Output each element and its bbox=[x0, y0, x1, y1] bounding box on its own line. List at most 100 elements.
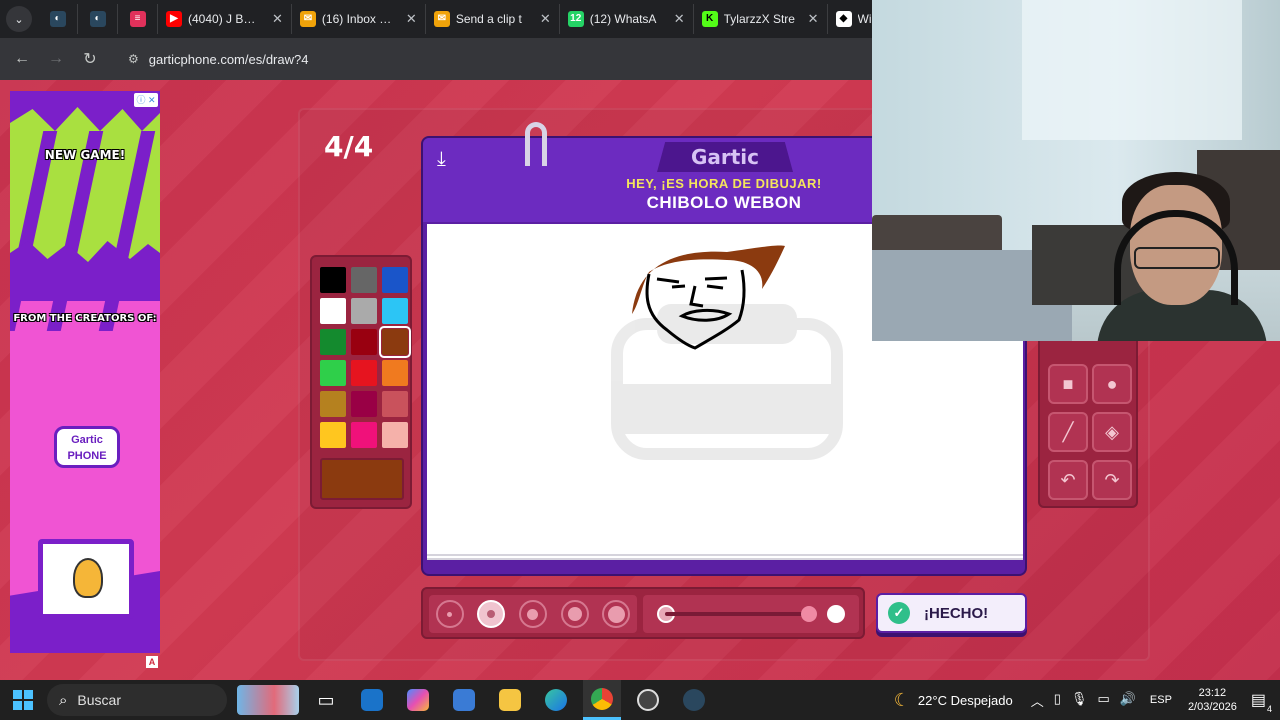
taskbar-search[interactable]: ⌕ Buscar bbox=[47, 684, 227, 716]
tab-kick[interactable]: K TylarzzX Stre ✕ bbox=[694, 4, 828, 34]
tab-inbox[interactable]: ✉ (16) Inbox | D ✕ bbox=[292, 4, 426, 34]
close-icon[interactable]: ✕ bbox=[808, 11, 819, 27]
round-counter: 4/4 bbox=[324, 130, 374, 163]
rect-tool-icon[interactable]: ■ bbox=[1048, 364, 1088, 404]
color-swatch[interactable] bbox=[351, 360, 377, 386]
slider-track[interactable] bbox=[665, 612, 813, 616]
clock[interactable]: 23:12 2/03/2026 bbox=[1188, 686, 1237, 714]
reload-button[interactable]: ↻ bbox=[78, 47, 102, 71]
tab-title: (4040) J BALV bbox=[188, 12, 260, 26]
ad-banner[interactable]: NEW GAME! FROM THE CREATORS OF: Gartic P… bbox=[10, 91, 160, 653]
done-button[interactable]: ✓ ¡HECHO! bbox=[876, 593, 1027, 633]
copilot-icon[interactable] bbox=[399, 680, 437, 720]
network-icon[interactable]: ▭ bbox=[1097, 691, 1109, 710]
recorder-icon[interactable] bbox=[629, 680, 667, 720]
tab-pinned-1[interactable]: ◐ bbox=[38, 4, 78, 34]
tab-pinned-3[interactable]: ≡ bbox=[118, 4, 158, 34]
search-icon: ⌕ bbox=[59, 691, 68, 709]
ad-from-creators-text: FROM THE CREATORS OF: bbox=[13, 313, 157, 324]
redo-icon[interactable]: ↷ bbox=[1092, 460, 1132, 500]
task-view-icon[interactable]: ▭ bbox=[307, 680, 345, 720]
url-text: garticphone.com/es/draw?4 bbox=[148, 51, 309, 67]
color-swatch[interactable] bbox=[351, 422, 377, 448]
edge-icon[interactable] bbox=[537, 680, 575, 720]
tab-search-button[interactable]: ⌄ bbox=[6, 6, 32, 32]
color-swatch[interactable] bbox=[379, 326, 411, 358]
brush-size-button[interactable] bbox=[435, 600, 464, 628]
tools-panel: ■ ● ╱ ◈ ↶ ↷ bbox=[1038, 320, 1138, 508]
ellipse-tool-icon[interactable]: ● bbox=[1092, 364, 1132, 404]
close-icon[interactable]: ✕ bbox=[272, 11, 283, 27]
color-swatch[interactable] bbox=[382, 391, 408, 417]
close-icon[interactable]: ✕ bbox=[406, 11, 417, 27]
color-swatches bbox=[320, 267, 411, 448]
outlook-icon[interactable] bbox=[353, 680, 391, 720]
ad-info-icon[interactable]: ⓘ ✕ bbox=[134, 93, 158, 107]
language-indicator[interactable]: ESP bbox=[1150, 694, 1172, 706]
color-swatch[interactable] bbox=[351, 298, 377, 324]
color-swatch[interactable] bbox=[320, 360, 346, 386]
tab-send-clip[interactable]: ✉ Send a clip t ✕ bbox=[426, 4, 560, 34]
color-swatch[interactable] bbox=[320, 391, 346, 417]
microphone-icon[interactable]: 🎙 bbox=[1071, 691, 1088, 710]
steam-taskbar-icon[interactable] bbox=[675, 680, 713, 720]
fill-tool-icon[interactable]: ◈ bbox=[1092, 412, 1132, 452]
chevron-up-icon[interactable]: ︿ bbox=[1031, 691, 1044, 710]
close-icon[interactable]: ✕ bbox=[540, 11, 551, 27]
color-swatch[interactable] bbox=[382, 298, 408, 324]
device-icon[interactable]: ▯ bbox=[1054, 691, 1061, 710]
site-settings-icon[interactable]: ⚙ bbox=[128, 52, 139, 66]
slider-handle[interactable] bbox=[801, 606, 817, 622]
youtube-icon: ▶ bbox=[166, 11, 182, 27]
brush-toolbar bbox=[421, 587, 865, 639]
weather-text: 22°C Despejado bbox=[917, 692, 1013, 708]
color-swatch[interactable] bbox=[382, 267, 408, 293]
tab-youtube[interactable]: ▶ (4040) J BALV ✕ bbox=[158, 4, 292, 34]
check-icon: ✓ bbox=[888, 602, 910, 624]
system-tray: ☾ 22°C Despejado ︿ ▯ 🎙 ▭ 🔊 ESP 23:12 2/0… bbox=[894, 680, 1280, 720]
address-bar[interactable]: ⚙ garticphone.com/es/draw?4 bbox=[116, 44, 320, 74]
color-swatch[interactable] bbox=[320, 422, 346, 448]
color-swatch[interactable] bbox=[320, 329, 346, 355]
brush-size-button[interactable] bbox=[602, 600, 631, 628]
brush-size-button[interactable] bbox=[560, 600, 589, 628]
volume-icon[interactable]: 🔊 bbox=[1120, 691, 1136, 710]
tray-icons: ︿ ▯ 🎙 ▭ 🔊 bbox=[1031, 691, 1136, 710]
download-icon[interactable]: ⤓ bbox=[437, 148, 461, 172]
color-swatch[interactable] bbox=[320, 267, 346, 293]
color-swatch[interactable] bbox=[320, 298, 346, 324]
line-tool-icon[interactable]: ╱ bbox=[1048, 412, 1088, 452]
color-swatch[interactable] bbox=[351, 391, 377, 417]
store-icon[interactable] bbox=[445, 680, 483, 720]
slider-max-icon bbox=[827, 605, 845, 623]
brush-size-button[interactable] bbox=[477, 600, 506, 628]
tab-title: TylarzzX Stre bbox=[723, 12, 795, 26]
windows-start-icon[interactable] bbox=[13, 690, 33, 710]
notification-icon[interactable]: ▤ 4 bbox=[1251, 690, 1272, 714]
ad-zigzag bbox=[10, 241, 160, 301]
ad-badge[interactable]: A bbox=[146, 656, 158, 668]
tab-pinned-2[interactable]: ◐ bbox=[78, 4, 118, 34]
steam-icon: ◐ bbox=[49, 11, 66, 27]
color-swatch[interactable] bbox=[382, 360, 408, 386]
back-button[interactable]: ← bbox=[10, 47, 34, 71]
undo-icon[interactable]: ↶ bbox=[1048, 460, 1088, 500]
notification-count: 4 bbox=[1266, 704, 1272, 714]
color-swatch[interactable] bbox=[351, 267, 377, 293]
ad-new-game-text: NEW GAME! bbox=[44, 148, 126, 162]
chrome-icon[interactable] bbox=[583, 680, 621, 720]
file-explorer-icon[interactable] bbox=[491, 680, 529, 720]
tab-whatsapp[interactable]: 12 (12) WhatsA ✕ bbox=[560, 4, 694, 34]
ad-top-panel bbox=[10, 91, 160, 331]
color-swatch[interactable] bbox=[351, 329, 377, 355]
taskbar: ⌕ Buscar ▭ ☾ 22°C Despejado ︿ ▯ 🎙 ▭ 🔊 ES… bbox=[0, 680, 1280, 720]
ad-card-image bbox=[38, 539, 134, 619]
weather-widget[interactable]: ☾ 22°C Despejado bbox=[894, 690, 1013, 711]
close-icon[interactable]: ✕ bbox=[674, 11, 685, 27]
search-highlight-image[interactable] bbox=[237, 685, 299, 715]
opacity-slider[interactable] bbox=[643, 595, 859, 633]
gartic-watermark bbox=[611, 304, 843, 460]
forward-button[interactable]: → bbox=[44, 47, 68, 71]
color-swatch[interactable] bbox=[382, 422, 408, 448]
brush-size-button[interactable] bbox=[518, 600, 547, 628]
